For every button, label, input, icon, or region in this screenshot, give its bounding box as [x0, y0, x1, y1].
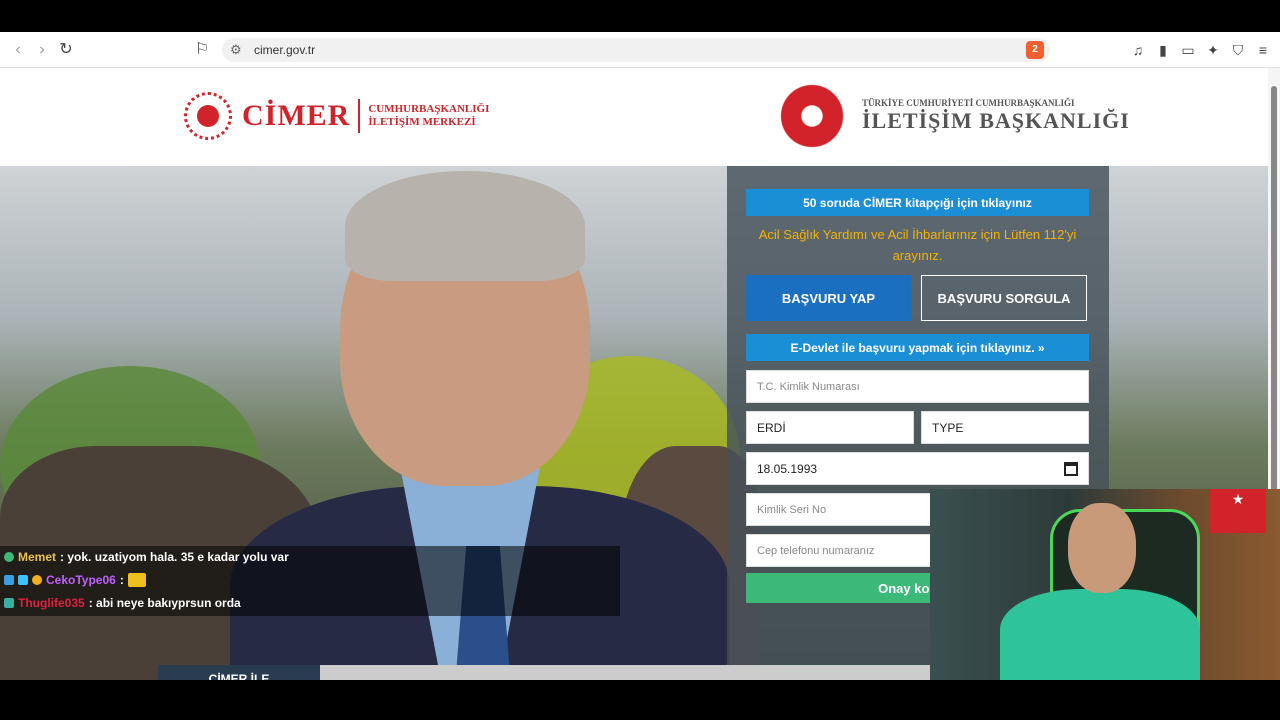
site-header: CİMER CUMHURBAŞKANLIĞI İLETİŞİM MERKEZİ …	[0, 68, 1268, 166]
top-black-bar	[0, 0, 1280, 32]
iletisim-text: TÜRKİYE CUMHURİYETİ CUMHURBAŞKANLIĞI İLE…	[862, 98, 1130, 134]
person-hair	[345, 171, 585, 281]
cimer-emblem-icon	[184, 92, 232, 140]
browser-toolbar: ‹ › ↻ ⚐ ⚙ cimer.gov.tr 2 ♫ ▮ ▭ ✦ ⛉ ≡	[0, 32, 1280, 68]
chat-username: CekoType06	[46, 573, 116, 587]
bottom-black-bar	[0, 680, 1280, 720]
bottom-strip	[320, 665, 930, 680]
turkish-flag-icon: ★	[1210, 489, 1266, 533]
menu-icon[interactable]: ≡	[1253, 40, 1273, 60]
site-settings-icon[interactable]: ⚙	[230, 42, 242, 58]
birth-date-value: 18.05.1993	[757, 461, 818, 476]
coin-badge-icon	[32, 575, 42, 585]
streamer-body	[1000, 589, 1200, 690]
webcam-overlay: ★	[930, 489, 1280, 690]
calendar-icon[interactable]	[1064, 462, 1078, 476]
birth-date-input[interactable]: 18.05.1993	[746, 452, 1089, 485]
subscriber-badge-icon	[4, 575, 14, 585]
chat-text: : yok. uzatiyom hala. 35 e kadar yolu va…	[60, 550, 289, 564]
leo-ai-icon[interactable]: ✦	[1203, 40, 1223, 60]
chat-message: Memet : yok. uzatiyom hala. 35 e kadar y…	[4, 550, 289, 564]
chat-message: Thuglife035 : abi neye bakıyprsun orda	[4, 596, 241, 610]
brave-shields-icon[interactable]: 2	[1026, 41, 1044, 59]
vpn-icon[interactable]: ⛉	[1228, 40, 1248, 60]
url-text[interactable]: cimer.gov.tr	[254, 43, 315, 57]
cimer-subtitle: CUMHURBAŞKANLIĞI İLETİŞİM MERKEZİ	[368, 103, 489, 129]
last-name-input[interactable]: TYPE	[921, 411, 1089, 444]
iletisim-baskanligi-logo[interactable]: TÜRKİYE CUMHURİYETİ CUMHURBAŞKANLIĞI İLE…	[776, 80, 1130, 152]
iletisim-big-text: İLETİŞİM BAŞKANLIĞI	[862, 108, 1130, 133]
cimer-sub-line1: CUMHURBAŞKANLIĞI	[368, 103, 490, 115]
forward-icon[interactable]: ›	[32, 40, 52, 60]
cimer-sub-line2: İLETİŞİM MERKEZİ	[368, 116, 476, 128]
chat-message: CekoType06 :	[4, 573, 146, 587]
mod-badge-icon	[4, 598, 14, 608]
edevlet-button[interactable]: E-Devlet ile başvuru yapmak için tıklayı…	[746, 334, 1089, 361]
wallet-icon[interactable]: ▭	[1178, 40, 1198, 60]
iletisim-emblem-icon	[776, 80, 848, 152]
chat-text: : abi neye bakıyprsun orda	[88, 596, 241, 610]
chat-username: Memet	[18, 550, 57, 564]
verified-badge-icon	[4, 552, 14, 562]
tab-basvuru-sorgula[interactable]: BAŞVURU SORGULA	[921, 275, 1087, 321]
back-icon[interactable]: ‹	[8, 40, 28, 60]
streamer-head	[1068, 503, 1136, 593]
music-icon[interactable]: ♫	[1128, 40, 1148, 60]
address-bar[interactable]: ⚙ cimer.gov.tr 2	[222, 38, 1050, 62]
emote-icon	[127, 573, 146, 587]
booklet-button[interactable]: 50 soruda CİMER kitapçığı için tıklayını…	[746, 189, 1089, 216]
bottom-section-tab[interactable]: CİMER İLE	[158, 665, 320, 680]
chat-username: Thuglife035	[18, 596, 85, 610]
first-name-input[interactable]: ERDİ	[746, 411, 914, 444]
emergency-warning: Acil Sağlık Yardımı ve Acil İhbarlarınız…	[758, 227, 1077, 263]
reload-icon[interactable]: ↻	[56, 40, 76, 60]
cimer-wordmark: CİMER	[242, 99, 351, 132]
stream-chat-overlay: Memet : yok. uzatiyom hala. 35 e kadar y…	[0, 546, 620, 616]
tc-kimlik-input[interactable]: T.C. Kimlik Numarası	[746, 370, 1089, 403]
chat-text: :	[119, 573, 124, 587]
cimer-logo[interactable]: CİMER CUMHURBAŞKANLIĞI İLETİŞİM MERKEZİ	[184, 90, 489, 142]
gift-badge-icon	[18, 575, 28, 585]
tab-basvuru-yap[interactable]: BAŞVURU YAP	[746, 275, 911, 321]
sidebar-icon[interactable]: ▮	[1153, 40, 1173, 60]
iletisim-small-text: TÜRKİYE CUMHURİYETİ CUMHURBAŞKANLIĞI	[862, 98, 1075, 108]
logo-divider	[358, 99, 361, 133]
bookmark-icon[interactable]: ⚐	[192, 40, 212, 60]
